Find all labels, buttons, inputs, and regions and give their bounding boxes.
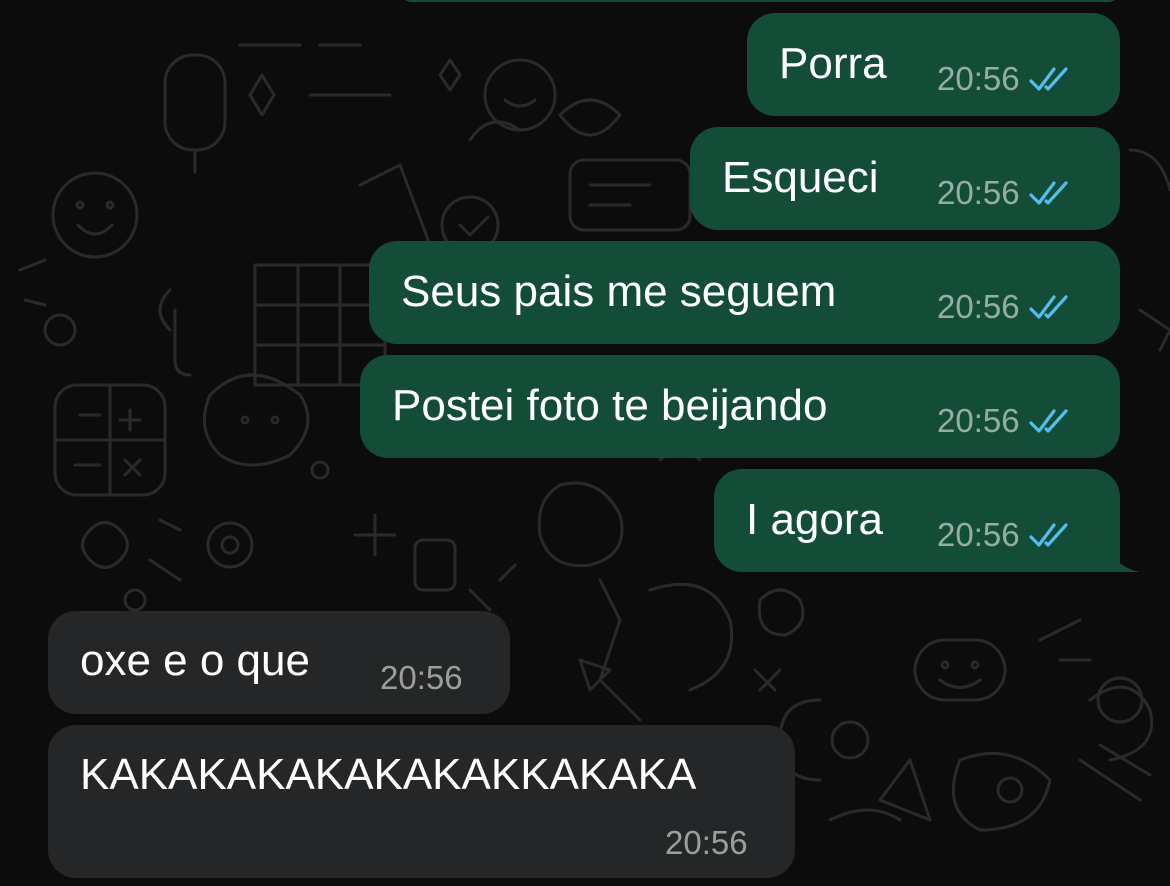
message-meta: 20:56 bbox=[665, 823, 748, 863]
double-check-icon bbox=[1028, 409, 1068, 433]
message-meta: 20:56 bbox=[937, 59, 1074, 99]
message-time: 20:56 bbox=[937, 174, 1020, 211]
message-time: 20:56 bbox=[380, 659, 463, 696]
message-meta: 20:56 bbox=[937, 401, 1074, 441]
message-text: Seus pais me seguem bbox=[401, 267, 837, 316]
message-meta: 20:56 bbox=[937, 515, 1074, 555]
message-text: KAKAKAKAKAKAKAKKAKAKA bbox=[80, 750, 697, 799]
message-bubble-incoming[interactable]: oxe e o que 20:56 bbox=[48, 611, 510, 714]
message-time: 20:56 bbox=[937, 516, 1020, 553]
message-text: I agora bbox=[746, 495, 883, 544]
message-time: 20:56 bbox=[937, 288, 1020, 325]
message-time: 20:56 bbox=[937, 402, 1020, 439]
message-meta: 20:56 bbox=[937, 173, 1074, 213]
double-check-icon bbox=[1028, 181, 1068, 205]
bubble-tail bbox=[1100, 532, 1140, 572]
message-bubble-incoming[interactable]: KAKAKAKAKAKAKAKKAKAKA 20:56 bbox=[48, 725, 795, 878]
message-bubble-outgoing[interactable]: Esqueci 20:56 bbox=[690, 127, 1120, 230]
double-check-icon bbox=[1028, 295, 1068, 319]
message-text: Porra bbox=[779, 39, 887, 88]
message-bubble-outgoing[interactable]: Postei foto te beijando 20:56 bbox=[360, 355, 1120, 458]
double-check-icon bbox=[1028, 523, 1068, 547]
chat-view: Porra 20:56 Esqueci 20:56 Seus pais me s… bbox=[0, 0, 1170, 886]
message-time: 20:56 bbox=[937, 60, 1020, 97]
message-bubble-outgoing[interactable]: I agora 20:56 bbox=[714, 469, 1120, 572]
message-text: Postei foto te beijando bbox=[392, 381, 828, 430]
double-check-icon bbox=[1028, 67, 1068, 91]
message-text: oxe e o que bbox=[80, 636, 310, 685]
message-meta: 20:56 bbox=[937, 287, 1074, 327]
message-bubble-outgoing[interactable]: Porra 20:56 bbox=[747, 13, 1120, 116]
message-time: 20:56 bbox=[665, 824, 748, 861]
previous-message-bubble-edge bbox=[400, 0, 1120, 2]
message-meta: 20:56 bbox=[380, 658, 463, 698]
message-bubble-outgoing[interactable]: Seus pais me seguem 20:56 bbox=[369, 241, 1120, 344]
message-text: Esqueci bbox=[722, 153, 879, 202]
